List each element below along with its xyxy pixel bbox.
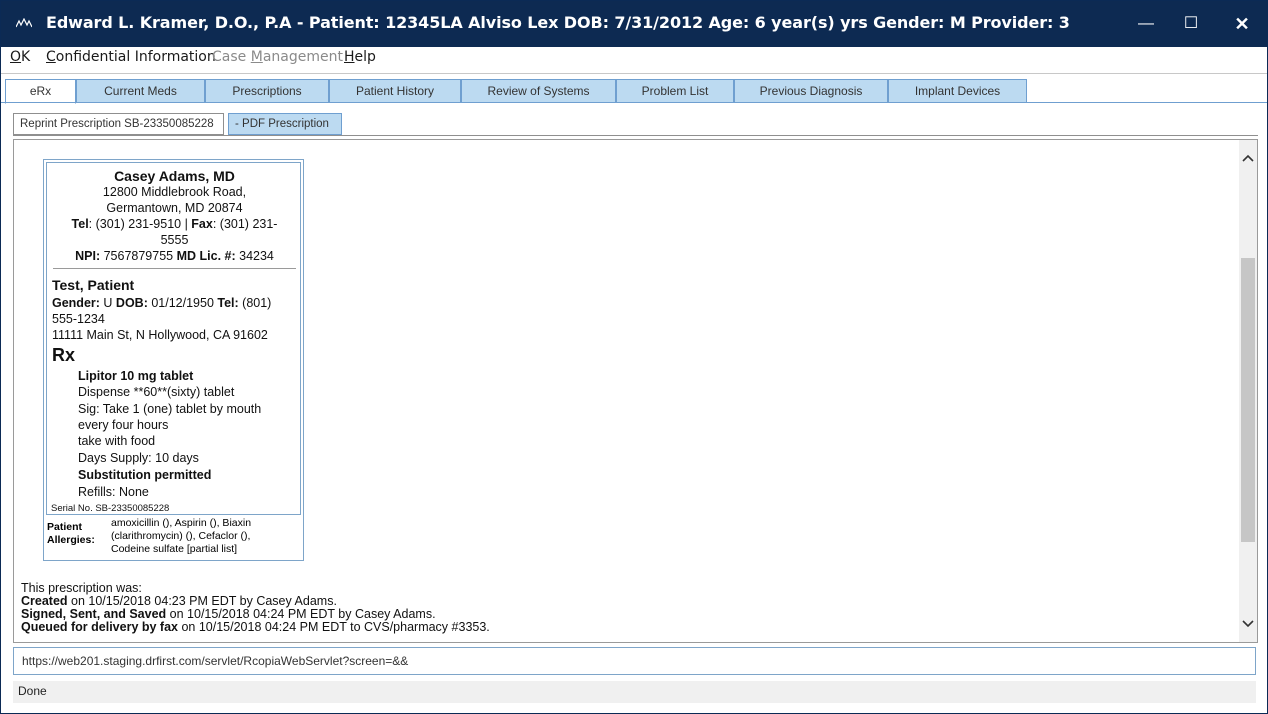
minimize-icon: —: [1138, 15, 1154, 32]
history-signed-label: Signed, Sent, and Saved: [21, 607, 167, 621]
dob-label: DOB:: [115, 296, 148, 310]
prescriber-name: Casey Adams, MD: [114, 168, 235, 184]
patient-address: 11111 Main St, N Hollywood, CA 91602: [52, 328, 268, 342]
menu-case-label-post: anagement: [262, 49, 343, 65]
scroll-down-icon[interactable]: [1240, 614, 1256, 634]
subtab-underline: [13, 135, 1258, 136]
scroll-thumb[interactable]: [1241, 258, 1255, 542]
history-queued-label: Queued for delivery by fax: [21, 620, 178, 634]
prescriber-address-line2: Germantown, MD 20874: [106, 201, 243, 215]
prescriber-phone-fax: Tel: (301) 231-9510 | Fax: (301) 231-: [47, 217, 302, 231]
tab-review-of-systems[interactable]: Review of Systems: [461, 79, 616, 103]
patient-name: Test, Patient: [52, 277, 135, 293]
app-window: Edward L. Kramer, D.O., P.A - Patient: 1…: [0, 0, 1268, 714]
history-queued: Queued for delivery by fax on 10/15/2018…: [21, 621, 490, 634]
history-signed-detail: on 10/15/2018 04:24 PM EDT by Casey Adam…: [166, 607, 436, 621]
menu-ok-mnemonic: O: [10, 49, 22, 65]
allergies-label-line2: Allergies:: [47, 534, 95, 546]
fax-value: : (301) 231-: [212, 217, 278, 231]
tab-erx[interactable]: eRx: [5, 79, 76, 104]
menu-ok-label: K: [21, 49, 31, 65]
menu-confidential-information[interactable]: Confidential Information: [46, 49, 216, 65]
vertical-scrollbar[interactable]: [1239, 140, 1257, 642]
allergies-label: Patient Allergies:: [47, 521, 97, 547]
prescription-body: Casey Adams, MD 12800 Middlebrook Road, …: [46, 162, 301, 515]
allergies-line1: amoxicillin (), Aspirin (), Biaxin: [111, 517, 252, 529]
patient-tel-value: (801): [238, 296, 272, 310]
title-bar: Edward L. Kramer, D.O., P.A - Patient: 1…: [1, 1, 1267, 47]
prescription-history: This prescription was: Created on 10/15/…: [21, 582, 490, 634]
status-text: Done: [18, 684, 47, 698]
subtab-reprint-prescription[interactable]: Reprint Prescription SB-23350085228: [13, 113, 224, 135]
window-title: Edward L. Kramer, D.O., P.A - Patient: 1…: [46, 13, 1070, 32]
patient-tel-label: Tel:: [217, 296, 239, 310]
prescription-viewer[interactable]: Casey Adams, MD 12800 Middlebrook Road, …: [13, 139, 1258, 643]
allergies-list: amoxicillin (), Aspirin (), Biaxin (clar…: [111, 517, 301, 556]
menu-case-mnemonic: M: [250, 49, 263, 65]
app-logo-icon: [16, 18, 32, 28]
tab-problem-list[interactable]: Problem List: [616, 79, 734, 103]
prescriber-npi-license: NPI: 7567879755 MD Lic. #: 34234: [47, 249, 302, 263]
tab-previous-diagnosis[interactable]: Previous Diagnosis: [734, 79, 888, 103]
close-button[interactable]: ✕: [1222, 9, 1262, 39]
menu-help-label: elp: [354, 49, 376, 65]
gender-value: U: [99, 296, 116, 310]
prescription-card: Casey Adams, MD 12800 Middlebrook Road, …: [43, 159, 304, 561]
status-bar: [13, 681, 1256, 703]
minimize-button[interactable]: —: [1126, 9, 1166, 39]
menu-case-management[interactable]: Case Management: [212, 49, 343, 65]
tel-value: : (301) 231-9510 |: [88, 217, 192, 231]
tab-patient-history[interactable]: Patient History: [329, 79, 461, 103]
tel-label: Tel: [71, 217, 89, 231]
menu-confidential-label: onfidential Information: [55, 49, 216, 65]
menu-bar: OK Confidential Information Case Managem…: [1, 47, 1267, 73]
menu-divider: [1, 73, 1267, 74]
menu-confidential-mnemonic: C: [46, 49, 56, 65]
tab-underline: [1, 102, 1267, 103]
subtab-pdf-prescription[interactable]: - PDF Prescription: [228, 113, 342, 135]
npi-value: 7567879755: [100, 249, 177, 263]
allergies-label-line1: Patient: [47, 521, 83, 533]
prescriber-fax-continued: 5555: [160, 233, 189, 247]
close-icon: ✕: [1234, 14, 1250, 34]
license-value: 34234: [235, 249, 274, 263]
drug-name: Lipitor 10 mg tablet: [78, 369, 194, 383]
prescriber-address-line1: 12800 Middlebrook Road,: [102, 185, 247, 199]
npi-label: NPI:: [75, 249, 101, 263]
days-supply: Days Supply: 10 days: [78, 451, 199, 465]
allergies-line2: (clarithromycin) (), Cefaclor (),: [111, 530, 251, 542]
history-created-detail: on 10/15/2018 04:23 PM EDT by Casey Adam…: [67, 594, 337, 608]
allergies-line3: Codeine sulfate [partial list]: [111, 543, 238, 555]
menu-help-mnemonic: H: [344, 49, 355, 65]
tab-current-meds[interactable]: Current Meds: [76, 79, 205, 103]
menu-case-label-pre: Case: [212, 49, 251, 65]
tab-prescriptions[interactable]: Prescriptions: [205, 79, 329, 103]
url-field[interactable]: https://web201.staging.drfirst.com/servl…: [13, 647, 1256, 675]
scroll-up-icon[interactable]: [1240, 148, 1256, 168]
menu-ok[interactable]: OK: [10, 49, 30, 65]
patient-demographics: Gender: U DOB: 01/12/1950 Tel: (801): [52, 296, 271, 310]
fax-label: Fax: [191, 217, 213, 231]
substitution-note: Substitution permitted: [78, 468, 212, 482]
dispense-quantity: Dispense **60**(sixty) tablet: [78, 385, 235, 399]
serial-number: Serial No. SB-23350085228: [51, 503, 170, 514]
maximize-button[interactable]: ☐: [1171, 9, 1211, 39]
patient-tel-continued: 555-1234: [52, 312, 105, 326]
menu-help[interactable]: Help: [344, 49, 376, 65]
refills: Refills: None: [78, 485, 149, 499]
dob-value: 01/12/1950: [147, 296, 218, 310]
tab-implant-devices[interactable]: Implant Devices: [888, 79, 1027, 103]
rx-symbol: Rx: [52, 345, 76, 365]
history-queued-detail: on 10/15/2018 04:24 PM EDT to CVS/pharma…: [178, 620, 490, 634]
maximize-icon: ☐: [1183, 15, 1199, 32]
license-label: MD Lic. #:: [176, 249, 236, 263]
sig-line-2: every four hours: [78, 418, 169, 432]
gender-label: Gender:: [52, 296, 100, 310]
prescription-divider: [53, 268, 296, 269]
sig-line-3: take with food: [78, 434, 156, 448]
history-created-label: Created: [21, 594, 68, 608]
sig-line-1: Sig: Take 1 (one) tablet by mouth: [78, 402, 262, 416]
